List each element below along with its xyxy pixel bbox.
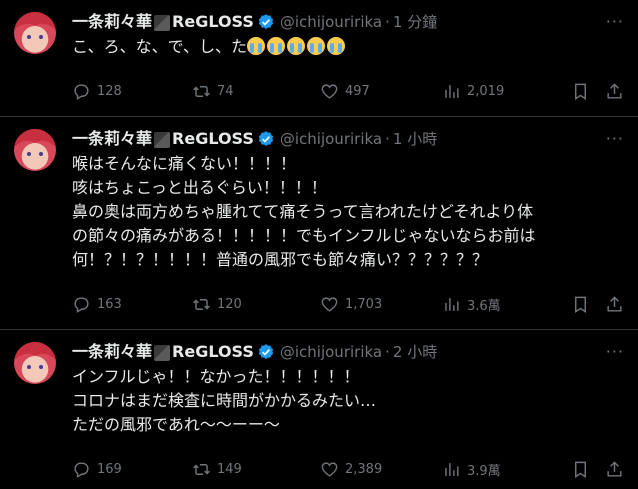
share-button[interactable] bbox=[605, 460, 624, 479]
tweet-actions: 163 120 1,703 3.6萬 bbox=[72, 293, 624, 315]
tweet[interactable]: 一条莉々華 ReGLOSS @ichijouririka · 2 小時 ··· … bbox=[0, 330, 638, 489]
like-icon bbox=[321, 296, 338, 312]
like-count: 497 bbox=[345, 83, 370, 99]
share-button[interactable] bbox=[605, 295, 624, 314]
like-button[interactable]: 1,703 bbox=[320, 295, 382, 314]
tweet-header: 一条莉々華 ReGLOSS @ichijouririka · 1 分鐘 bbox=[72, 10, 437, 34]
group-name[interactable]: ReGLOSS bbox=[172, 10, 254, 34]
timestamp[interactable]: 2 小時 bbox=[393, 340, 437, 364]
retweet-count: 149 bbox=[217, 461, 242, 477]
reply-count: 169 bbox=[97, 461, 122, 477]
tweet-text: 喉はそんなに痛くない！！！！ 咳はちょこっと出るぐらい！！！！ 鼻の奥は両方めち… bbox=[72, 154, 536, 269]
display-name[interactable]: 一条莉々華 bbox=[72, 340, 152, 364]
like-icon bbox=[321, 461, 338, 477]
display-name[interactable]: 一条莉々華 bbox=[72, 127, 152, 151]
retweet-count: 74 bbox=[217, 83, 234, 99]
views-icon bbox=[445, 84, 459, 98]
bookmark-button[interactable] bbox=[571, 460, 590, 479]
retweet-icon bbox=[193, 463, 210, 475]
retweet-icon bbox=[193, 85, 210, 97]
verified-icon bbox=[257, 343, 275, 361]
flag-emoji-icon bbox=[154, 345, 171, 361]
reply-count: 128 bbox=[97, 83, 122, 99]
reply-icon bbox=[74, 296, 89, 313]
like-icon bbox=[321, 83, 338, 99]
avatar[interactable] bbox=[14, 12, 56, 54]
verified-icon bbox=[257, 130, 275, 148]
tweet[interactable]: 一条莉々華 ReGLOSS @ichijouririka · 1 小時 ··· … bbox=[0, 117, 638, 330]
retweet-button[interactable]: 120 bbox=[192, 295, 242, 314]
group-name[interactable]: ReGLOSS bbox=[172, 340, 254, 364]
flag-emoji-icon bbox=[154, 15, 171, 31]
reply-button[interactable]: 169 bbox=[72, 460, 122, 479]
reply-count: 163 bbox=[97, 296, 122, 312]
reply-button[interactable]: 163 bbox=[72, 295, 122, 314]
timestamp[interactable]: 1 小時 bbox=[393, 127, 437, 151]
retweet-count: 120 bbox=[217, 296, 242, 312]
handle[interactable]: @ichijouririka bbox=[280, 340, 382, 364]
bookmark-button[interactable] bbox=[571, 295, 590, 314]
tweet-actions: 128 74 497 2,019 bbox=[72, 80, 624, 102]
separator-dot: · bbox=[385, 13, 390, 31]
retweet-button[interactable]: 149 bbox=[192, 460, 242, 479]
views-button[interactable]: 2,019 bbox=[442, 82, 504, 101]
tweet-text-content: こ、ろ、な、で、し、た bbox=[72, 37, 248, 56]
share-icon bbox=[607, 460, 622, 477]
avatar[interactable] bbox=[14, 342, 56, 384]
like-button[interactable]: 2,389 bbox=[320, 460, 382, 479]
view-count: 2,019 bbox=[467, 83, 505, 99]
handle[interactable]: @ichijouririka bbox=[280, 10, 382, 34]
views-icon bbox=[445, 297, 459, 311]
tweet-header: 一条莉々華 ReGLOSS @ichijouririka · 2 小時 bbox=[72, 340, 437, 364]
share-icon bbox=[607, 295, 622, 312]
display-name[interactable]: 一条莉々華 bbox=[72, 10, 152, 34]
bookmark-button[interactable] bbox=[571, 82, 590, 101]
views-button[interactable]: 3.6萬 bbox=[442, 295, 501, 314]
more-icon[interactable]: ··· bbox=[606, 342, 624, 361]
separator-dot: · bbox=[385, 343, 390, 361]
group-name[interactable]: ReGLOSS bbox=[172, 127, 254, 151]
tweet-actions: 169 149 2,389 3.9萬 bbox=[72, 458, 624, 480]
views-icon bbox=[445, 462, 459, 476]
reply-button[interactable]: 128 bbox=[72, 82, 122, 101]
retweet-button[interactable]: 74 bbox=[192, 82, 234, 101]
bookmark-icon bbox=[575, 83, 586, 100]
verified-icon bbox=[257, 13, 275, 31]
share-button[interactable] bbox=[605, 82, 624, 101]
retweet-icon bbox=[193, 298, 210, 310]
view-count: 3.6萬 bbox=[467, 298, 501, 314]
separator-dot: · bbox=[385, 130, 390, 148]
loudly-crying-emoji-icon bbox=[247, 37, 347, 56]
handle[interactable]: @ichijouririka bbox=[280, 127, 382, 151]
reply-icon bbox=[74, 83, 89, 100]
more-icon[interactable]: ··· bbox=[606, 129, 624, 148]
views-button[interactable]: 3.9萬 bbox=[442, 460, 501, 479]
like-count: 2,389 bbox=[345, 461, 383, 477]
avatar[interactable] bbox=[14, 129, 56, 171]
share-icon bbox=[607, 82, 622, 99]
reply-icon bbox=[74, 461, 89, 478]
like-button[interactable]: 497 bbox=[320, 82, 370, 101]
view-count: 3.9萬 bbox=[467, 463, 501, 479]
tweet-text: こ、ろ、な、で、し、た bbox=[72, 35, 628, 59]
tweet-text: インフルじゃ！！なかった！！！！！！ コロナはまだ検査に時間がかかるみたい… た… bbox=[72, 367, 377, 434]
tweet[interactable]: 一条莉々華 ReGLOSS @ichijouririka · 1 分鐘 ··· … bbox=[0, 0, 638, 117]
flag-emoji-icon bbox=[154, 132, 171, 148]
bookmark-icon bbox=[575, 461, 586, 478]
timestamp[interactable]: 1 分鐘 bbox=[393, 10, 437, 34]
more-icon[interactable]: ··· bbox=[606, 12, 624, 31]
tweet-header: 一条莉々華 ReGLOSS @ichijouririka · 1 小時 bbox=[72, 127, 437, 151]
like-count: 1,703 bbox=[345, 296, 383, 312]
bookmark-icon bbox=[575, 296, 586, 313]
